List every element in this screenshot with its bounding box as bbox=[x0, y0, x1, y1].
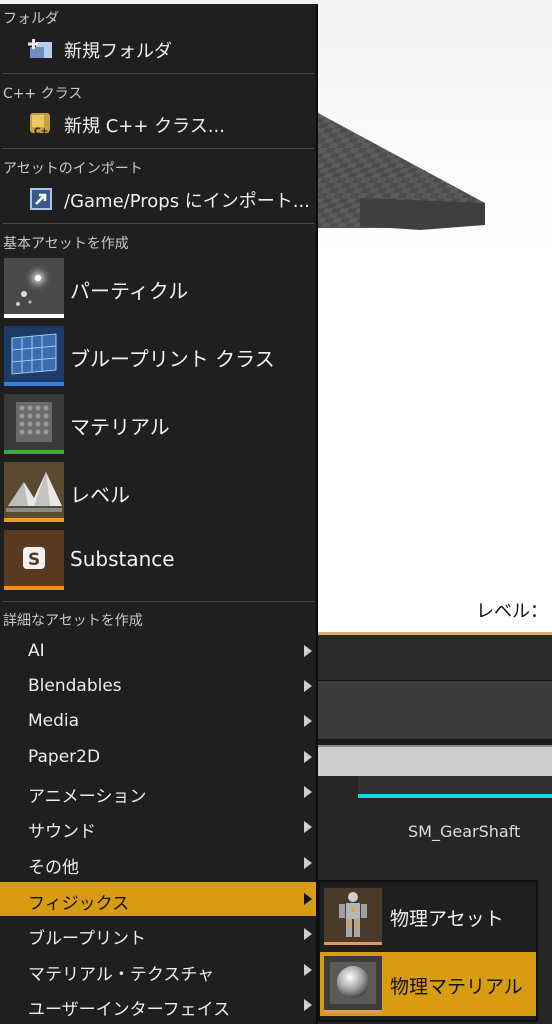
new-folder-icon bbox=[28, 39, 52, 58]
new-cpp-class-item[interactable]: C++ 新規 C++ クラス... bbox=[0, 105, 316, 141]
blueprint-icon bbox=[4, 326, 64, 386]
basic-asset-label: レベル bbox=[70, 483, 130, 507]
submenu-animation[interactable]: アニメーション bbox=[0, 775, 316, 809]
chevron-right-icon bbox=[304, 893, 312, 905]
chevron-right-icon bbox=[304, 964, 312, 976]
submenu-label: マテリアル・テクスチャ bbox=[28, 965, 215, 985]
level-icon bbox=[4, 462, 64, 522]
submenu-label: ブループリント bbox=[28, 929, 146, 949]
separator bbox=[2, 148, 314, 149]
submenu-label: アニメーション bbox=[28, 787, 147, 807]
chevron-right-icon bbox=[304, 680, 312, 692]
import-icon bbox=[30, 188, 52, 210]
filter-strip[interactable] bbox=[318, 745, 552, 777]
asset-name: SM_GearShaft bbox=[408, 822, 521, 841]
submenu-label: その他 bbox=[28, 858, 79, 878]
level-label: レベル： bbox=[476, 601, 548, 622]
particle-icon bbox=[4, 258, 64, 318]
basic-asset-label: マテリアル bbox=[70, 415, 170, 439]
physics-submenu: 物理アセット 物理マテリアル bbox=[318, 880, 538, 1022]
submenu-label: フィジックス bbox=[28, 894, 130, 914]
content-browser-toolbar bbox=[318, 635, 552, 681]
floor-mesh bbox=[318, 113, 485, 230]
physics-asset-icon bbox=[324, 888, 382, 942]
section-cpp: C++ クラス bbox=[3, 86, 83, 102]
basic-asset-substance[interactable]: S Substance bbox=[0, 530, 316, 596]
submenu-ai[interactable]: AI bbox=[0, 634, 316, 668]
substance-icon: S bbox=[4, 530, 64, 590]
section-basic: 基本アセットを作成 bbox=[3, 236, 129, 252]
chevron-right-icon bbox=[304, 928, 312, 940]
separator bbox=[2, 601, 314, 602]
physics-asset-item[interactable]: 物理アセット bbox=[320, 884, 536, 948]
chevron-right-icon bbox=[304, 857, 312, 869]
submenu-user-interface[interactable]: ユーザーインターフェイス bbox=[0, 988, 316, 1022]
chevron-right-icon bbox=[304, 645, 312, 657]
new-folder-label: 新規フォルダ bbox=[64, 41, 172, 62]
submenu-label: Paper2D bbox=[28, 747, 101, 767]
basic-asset-particle[interactable]: パーティクル bbox=[0, 258, 316, 324]
blueprint-color-bar bbox=[4, 382, 64, 386]
material-icon bbox=[4, 394, 64, 454]
submenu-label: Media bbox=[28, 711, 80, 731]
submenu-label: AI bbox=[28, 641, 45, 661]
basic-asset-label: Substance bbox=[70, 547, 175, 571]
svg-text:C++: C++ bbox=[34, 127, 54, 137]
chevron-right-icon bbox=[304, 751, 312, 763]
section-folder: フォルダ bbox=[3, 11, 59, 27]
chevron-right-icon bbox=[304, 999, 312, 1011]
chevron-right-icon bbox=[304, 715, 312, 727]
material-color-bar bbox=[4, 450, 64, 454]
basic-asset-label: パーティクル bbox=[70, 279, 189, 303]
cpp-class-icon: C++ bbox=[30, 113, 54, 137]
level-color-bar bbox=[4, 518, 64, 522]
chevron-right-icon bbox=[304, 786, 312, 798]
physics-asset-color-bar bbox=[324, 942, 382, 945]
separator bbox=[2, 73, 314, 74]
new-cpp-class-label: 新規 C++ クラス... bbox=[64, 116, 225, 137]
physical-material-color-bar bbox=[324, 1010, 382, 1013]
submenu-paper2d[interactable]: Paper2D bbox=[0, 740, 316, 774]
substance-color-bar bbox=[4, 586, 64, 590]
separator bbox=[2, 223, 314, 224]
submenu-item-label: 物理マテリアル bbox=[390, 976, 523, 998]
svg-text:S: S bbox=[28, 550, 40, 570]
submenu-blueprint[interactable]: ブループリント bbox=[0, 917, 316, 951]
submenu-physics[interactable]: フィジックス bbox=[0, 882, 316, 916]
submenu-sound[interactable]: サウンド bbox=[0, 810, 316, 844]
import-label: /Game/Props にインポート... bbox=[64, 191, 310, 212]
new-folder-item[interactable]: 新規フォルダ bbox=[0, 30, 316, 66]
submenu-label: Blendables bbox=[28, 676, 122, 696]
basic-asset-material[interactable]: マテリアル bbox=[0, 394, 316, 460]
context-menu: フォルダ 新規フォルダ C++ クラス C++ 新規 C++ クラス... アセ… bbox=[0, 4, 318, 1024]
basic-asset-level[interactable]: レベル bbox=[0, 462, 316, 528]
asset-thumbnail[interactable] bbox=[358, 776, 552, 798]
physical-material-icon bbox=[324, 956, 382, 1010]
content-browser-path-bar bbox=[318, 681, 552, 740]
section-import: アセットのインポート bbox=[3, 161, 143, 177]
submenu-media[interactable]: Media bbox=[0, 704, 316, 738]
submenu-label: サウンド bbox=[28, 822, 96, 842]
submenu-item-label: 物理アセット bbox=[390, 908, 504, 930]
chevron-right-icon bbox=[304, 821, 312, 833]
submenu-blendables[interactable]: Blendables bbox=[0, 669, 316, 703]
submenu-misc[interactable]: その他 bbox=[0, 846, 316, 880]
submenu-label: ユーザーインターフェイス bbox=[28, 1000, 231, 1020]
basic-asset-label: ブループリント クラス bbox=[70, 347, 275, 371]
physical-material-item[interactable]: 物理マテリアル bbox=[320, 952, 536, 1016]
section-advanced: 詳細なアセットを作成 bbox=[3, 613, 143, 629]
import-item[interactable]: /Game/Props にインポート... bbox=[0, 180, 316, 216]
particle-color-bar bbox=[4, 314, 64, 318]
basic-asset-blueprint-class[interactable]: ブループリント クラス bbox=[0, 326, 316, 392]
submenu-material-texture[interactable]: マテリアル・テクスチャ bbox=[0, 953, 316, 987]
